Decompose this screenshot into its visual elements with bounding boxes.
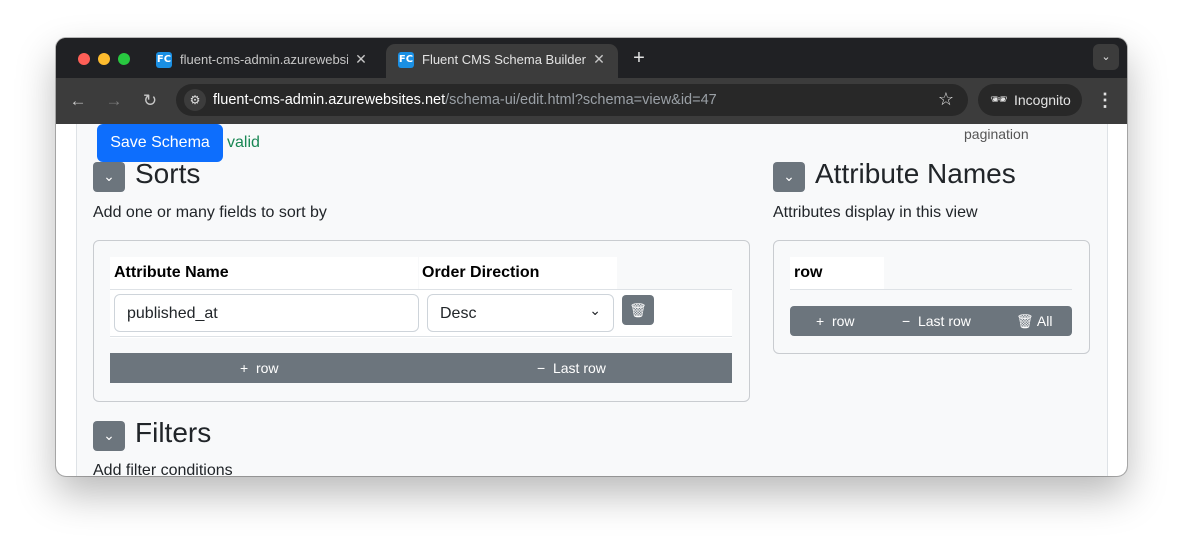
browser-window: FC fluent-cms-admin.azurewebsites.net ✕ … [56, 38, 1127, 476]
attribute-names-title: Attribute Names [815, 158, 1016, 189]
site-settings-icon[interactable]: ⚙ [184, 89, 206, 111]
incognito-icon: 🕶 [990, 91, 1008, 107]
attribute-names-row-actions: + row − Last row 🗑 All [790, 306, 1072, 336]
close-tab-icon[interactable]: ✕ [590, 50, 608, 68]
add-row-button[interactable]: + row [816, 313, 855, 329]
filters-collapse-chevron-icon[interactable]: ⌄ [93, 421, 125, 451]
incognito-label: Incognito [1014, 92, 1071, 108]
remove-all-label: All [1036, 313, 1053, 329]
tab-strip: FC fluent-cms-admin.azurewebsites.net ✕ … [56, 38, 1127, 78]
schema-editor: pagination Save Schema valid ⌄ Sorts Add… [76, 124, 1108, 476]
column-label: Attribute Name [114, 264, 229, 281]
remove-last-row-label: Last row [917, 313, 971, 329]
tab-title: Fluent CMS Schema Builder [422, 52, 587, 67]
reload-icon[interactable]: ↻ [138, 90, 162, 114]
add-row-label: row [831, 313, 855, 329]
tab-title: fluent-cms-admin.azurewebsites.net [180, 52, 348, 67]
sorts-row-actions: + row − Last row [110, 353, 732, 383]
browser-toolbar: ← → ↻ ⚙ fluent-cms-admin.azurewebsites.n… [56, 78, 1127, 124]
back-arrow-icon[interactable]: ← [66, 90, 90, 114]
filters-description: Add filter conditions [93, 462, 233, 476]
forward-arrow-icon[interactable]: → [102, 90, 126, 114]
filters-title: Filters [135, 417, 212, 448]
column-label: row [794, 264, 823, 281]
chevron-down-icon: ⌄ [589, 303, 601, 319]
url-text[interactable]: fluent-cms-admin.azurewebsites.net/schem… [213, 92, 717, 108]
sorts-collapse-chevron-icon[interactable]: ⌄ [93, 162, 125, 192]
address-bar[interactable]: ⚙ fluent-cms-admin.azurewebsites.net/sch… [176, 84, 968, 116]
attribute-names-column-header: row [790, 257, 884, 289]
attribute-name-input[interactable]: published_at [114, 294, 419, 332]
add-row-button[interactable]: + row [240, 360, 279, 376]
sorts-description: Add one or many fields to sort by [93, 204, 327, 221]
sorts-column-header: Attribute Name [110, 257, 418, 289]
new-tab-plus-icon[interactable]: + [628, 48, 650, 70]
pagination-label: pagination [964, 126, 1029, 142]
delete-row-trash-icon[interactable]: 🗑 [622, 295, 654, 325]
page-viewport: pagination Save Schema valid ⌄ Sorts Add… [56, 124, 1127, 476]
validation-status: valid [227, 134, 260, 151]
fluent-cms-favicon-icon: FC [156, 52, 172, 68]
attribute-names-description: Attributes display in this view [773, 204, 978, 221]
table-divider [110, 336, 732, 337]
column-label: Order Direction [422, 264, 540, 281]
sorts-card: Attribute Name Order Direction published… [93, 240, 750, 402]
url-host: fluent-cms-admin.azurewebsites.net [213, 92, 446, 108]
attribute-name-value: published_at [127, 305, 218, 322]
remove-all-button[interactable]: 🗑 All [1016, 313, 1052, 330]
order-direction-select[interactable]: Desc ⌄ [427, 294, 614, 332]
close-window-button[interactable] [78, 53, 90, 65]
minimize-window-button[interactable] [98, 53, 110, 65]
table-divider [790, 289, 1072, 290]
maximize-window-button[interactable] [118, 53, 130, 65]
attribute-names-collapse-chevron-icon[interactable]: ⌄ [773, 162, 805, 192]
sorts-column-header: Order Direction [419, 257, 617, 289]
attribute-names-card: row + row − Last row 🗑 All [773, 240, 1090, 354]
tab-schema-builder[interactable]: FC Fluent CMS Schema Builder ✕ [386, 44, 618, 78]
trash-icon: 🗑 [1016, 313, 1034, 329]
fluent-cms-favicon-icon: FC [398, 52, 414, 68]
remove-last-row-button[interactable]: − Last row [537, 360, 606, 376]
incognito-indicator[interactable]: 🕶 Incognito [978, 84, 1082, 116]
add-row-label: row [255, 360, 279, 376]
close-tab-icon[interactable]: ✕ [352, 50, 370, 68]
url-path: /schema-ui/edit.html?schema=view&id=47 [445, 92, 717, 108]
remove-last-row-label: Last row [552, 360, 606, 376]
browser-menu-icon[interactable]: ⋮ [1096, 90, 1114, 110]
tab-search-chevron-icon[interactable]: ⌄ [1093, 44, 1119, 70]
bookmark-star-icon[interactable]: ☆ [938, 89, 954, 110]
sorts-title: Sorts [135, 158, 201, 189]
tab-admin[interactable]: FC fluent-cms-admin.azurewebsites.net ✕ [144, 44, 380, 78]
remove-last-row-button[interactable]: − Last row [902, 313, 971, 329]
order-direction-value: Desc [440, 305, 477, 322]
save-schema-button[interactable]: Save Schema [97, 124, 223, 162]
